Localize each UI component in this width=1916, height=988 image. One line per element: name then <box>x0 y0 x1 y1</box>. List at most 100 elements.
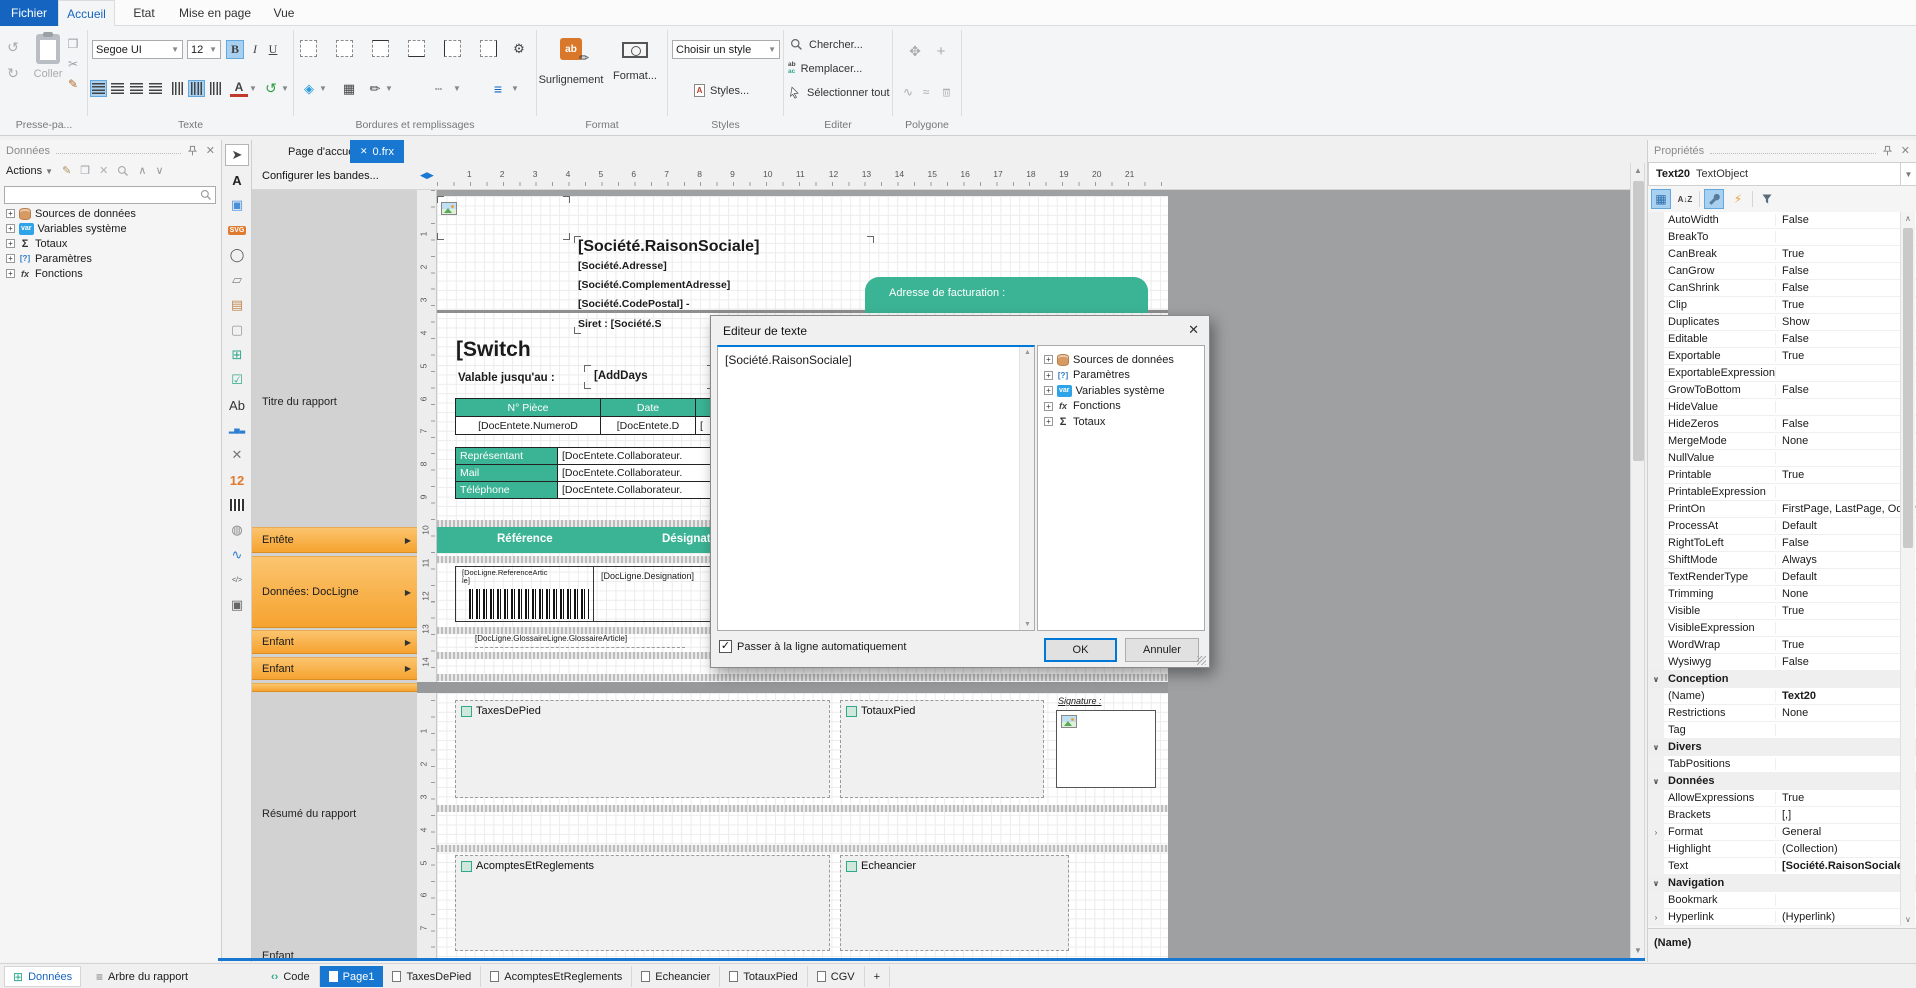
filter-button[interactable] <box>1757 189 1777 209</box>
rotate-text-button[interactable]: ↺ <box>262 80 280 97</box>
tab-0frx[interactable]: ✕0.frx <box>350 140 404 163</box>
redo-icon[interactable]: ↻ <box>4 64 22 82</box>
bottom-tab-arbre[interactable]: ≡ Arbre du rapport <box>88 966 196 987</box>
expand-icon[interactable]: + <box>6 239 15 248</box>
property-row-wordwrap[interactable]: WordWrapTrue <box>1648 637 1916 654</box>
highlight-button[interactable]: ab Surlignement <box>536 36 606 102</box>
curve-tool[interactable]: ∿ <box>225 544 249 566</box>
subreport-tool[interactable]: ▤ <box>225 294 249 316</box>
fill-pattern-button[interactable]: ▦ <box>340 80 358 97</box>
font-name-combo[interactable]: Segoe UI▼ <box>92 40 183 59</box>
find-button[interactable]: Chercher... <box>790 38 863 51</box>
property-value[interactable]: Show <box>1776 316 1916 328</box>
property-row-breakto[interactable]: BreakTo <box>1648 229 1916 246</box>
property-row-tag[interactable]: Tag <box>1648 722 1916 739</box>
add-point-icon[interactable]: + <box>932 42 950 60</box>
delete-icon[interactable]: ✕ <box>99 164 108 177</box>
close-icon[interactable]: ✕ <box>206 144 215 157</box>
move-down-icon[interactable]: ∨ <box>155 164 163 177</box>
expand-icon[interactable]: + <box>1044 402 1053 411</box>
doc-cell-date[interactable]: [DocEntete.D <box>600 416 696 435</box>
property-row-growtobottom[interactable]: GrowToBottomFalse <box>1648 382 1916 399</box>
scroll-up-icon[interactable]: ▲ <box>1634 166 1642 175</box>
line-color-button[interactable]: ✏ <box>366 80 384 97</box>
polyline-tool[interactable]: ✕ <box>225 444 249 466</box>
property-row-shiftmode[interactable]: ShiftModeAlways <box>1648 552 1916 569</box>
property-value[interactable]: False <box>1776 418 1916 430</box>
property-value[interactable]: True <box>1776 639 1916 651</box>
property-category-divers[interactable]: ∨Divers <box>1648 739 1916 756</box>
property-row-hidevalue[interactable]: HideValue <box>1648 399 1916 416</box>
page-tab-cgv[interactable]: CGV <box>808 966 865 987</box>
valid-until-label[interactable]: Valable jusqu'au : <box>458 372 555 384</box>
company-name-field[interactable]: [Société.RaisonSociale] <box>578 238 759 256</box>
property-row-tabpositions[interactable]: TabPositions <box>1648 756 1916 773</box>
property-value[interactable]: False <box>1776 537 1916 549</box>
scroll-down-icon[interactable]: ▼ <box>1024 621 1031 628</box>
property-row-restrictions[interactable]: RestrictionsNone <box>1648 705 1916 722</box>
border-right-button[interactable] <box>480 40 497 57</box>
move-up-icon[interactable]: ∧ <box>138 164 146 177</box>
scrollbar-thumb[interactable] <box>1903 228 1913 548</box>
report-page-2[interactable]: TaxesDePied TotauxPied Signature : Acomp… <box>437 693 1168 958</box>
expand-icon[interactable]: + <box>6 269 15 278</box>
border-settings-icon[interactable]: ⚙ <box>510 40 528 58</box>
bold-button[interactable]: B <box>226 40 244 59</box>
text-editor-input[interactable]: [Société.RaisonSociale] ▲ ▼ <box>717 345 1035 631</box>
textarea-scrollbar[interactable]: ▲ ▼ <box>1019 347 1034 630</box>
scrollbar-thumb[interactable] <box>1633 181 1644 461</box>
property-row-autowidth[interactable]: AutoWidthFalse <box>1648 212 1916 229</box>
company-zip-field[interactable]: [Société.CodePostal] - <box>578 298 689 310</box>
tree-item-variables-systeme[interactable]: +varVariables système <box>1038 383 1204 399</box>
expand-icon[interactable]: + <box>1044 386 1053 395</box>
ruler-nav-arrows[interactable]: ◀▶ <box>420 170 434 181</box>
signature-label[interactable]: Signature : <box>1058 696 1102 706</box>
replace-button[interactable]: abac Remplacer... <box>788 62 862 75</box>
line-style-button[interactable]: ┄ <box>428 80 450 97</box>
tree-item-parametres[interactable]: +[?]Paramètres <box>1038 368 1204 384</box>
property-row-cangrow[interactable]: CanGrowFalse <box>1648 263 1916 280</box>
property-row-editable[interactable]: EditableFalse <box>1648 331 1916 348</box>
line-designation-field[interactable]: [DocLigne.Designation] <box>601 571 694 581</box>
select-all-button[interactable]: Sélectionner tout <box>789 86 890 99</box>
fill-color-button[interactable]: ◈ <box>300 80 318 97</box>
pin-icon[interactable] <box>187 145 198 156</box>
glossary-field[interactable]: [DocLigne.GlossaireLigne.GlossaireArticl… <box>475 632 685 648</box>
contact-label-mail[interactable]: Mail <box>455 464 558 482</box>
logo-picture-object[interactable] <box>437 196 570 240</box>
undo-icon[interactable]: ↺ <box>4 38 22 56</box>
valign-top-button[interactable] <box>169 80 186 97</box>
select-tool[interactable]: ➤ <box>225 144 249 166</box>
property-value[interactable]: Text20 <box>1776 690 1916 702</box>
tree-item-sources-de-donnees[interactable]: +Sources de données <box>1038 352 1204 368</box>
page-tab-page1[interactable]: Page1 <box>320 966 384 987</box>
actions-menu[interactable]: Actions ▼ <box>6 165 53 177</box>
band-child-3[interactable]: Enfant <box>262 950 294 958</box>
subreport-acomptes[interactable]: AcomptesEtReglements <box>455 855 830 951</box>
copy-icon[interactable]: ❐ <box>64 36 82 52</box>
cancel-button[interactable]: Annuler <box>1125 638 1199 662</box>
property-value[interactable]: (Collection) <box>1776 843 1916 855</box>
tree-item-sources-de-donnees[interactable]: +Sources de données <box>0 206 221 221</box>
property-row-nullvalue[interactable]: NullValue <box>1648 450 1916 467</box>
contact-label-telephone[interactable]: Téléphone <box>455 481 558 499</box>
border-left-button[interactable] <box>444 40 461 57</box>
page-tab-acomptesetreglements[interactable]: AcomptesEtReglements <box>481 966 632 987</box>
band-report-summary[interactable]: Résumé du rapport <box>262 808 356 820</box>
band-report-title[interactable]: Titre du rapport <box>262 396 337 408</box>
band-header[interactable]: Entête▶ <box>252 527 417 553</box>
expand-icon[interactable]: + <box>1044 371 1053 380</box>
contact-label-representant[interactable]: Représentant <box>455 447 558 465</box>
property-row-trimming[interactable]: TrimmingNone <box>1648 586 1916 603</box>
tab-accueil[interactable]: Accueil <box>58 0 115 26</box>
properties-view-button[interactable] <box>1704 189 1724 209</box>
valign-middle-button[interactable] <box>188 80 205 97</box>
property-value[interactable]: True <box>1776 792 1916 804</box>
property-row-visible[interactable]: VisibleTrue <box>1648 603 1916 620</box>
property-category-donnees[interactable]: ∨Données <box>1648 773 1916 790</box>
resize-grip[interactable] <box>1197 656 1206 665</box>
italic-button[interactable]: I <box>247 40 263 59</box>
page-tab-[interactable]: + <box>865 966 890 987</box>
property-row-bookmark[interactable]: Bookmark <box>1648 892 1916 909</box>
property-value[interactable]: False <box>1776 214 1916 226</box>
